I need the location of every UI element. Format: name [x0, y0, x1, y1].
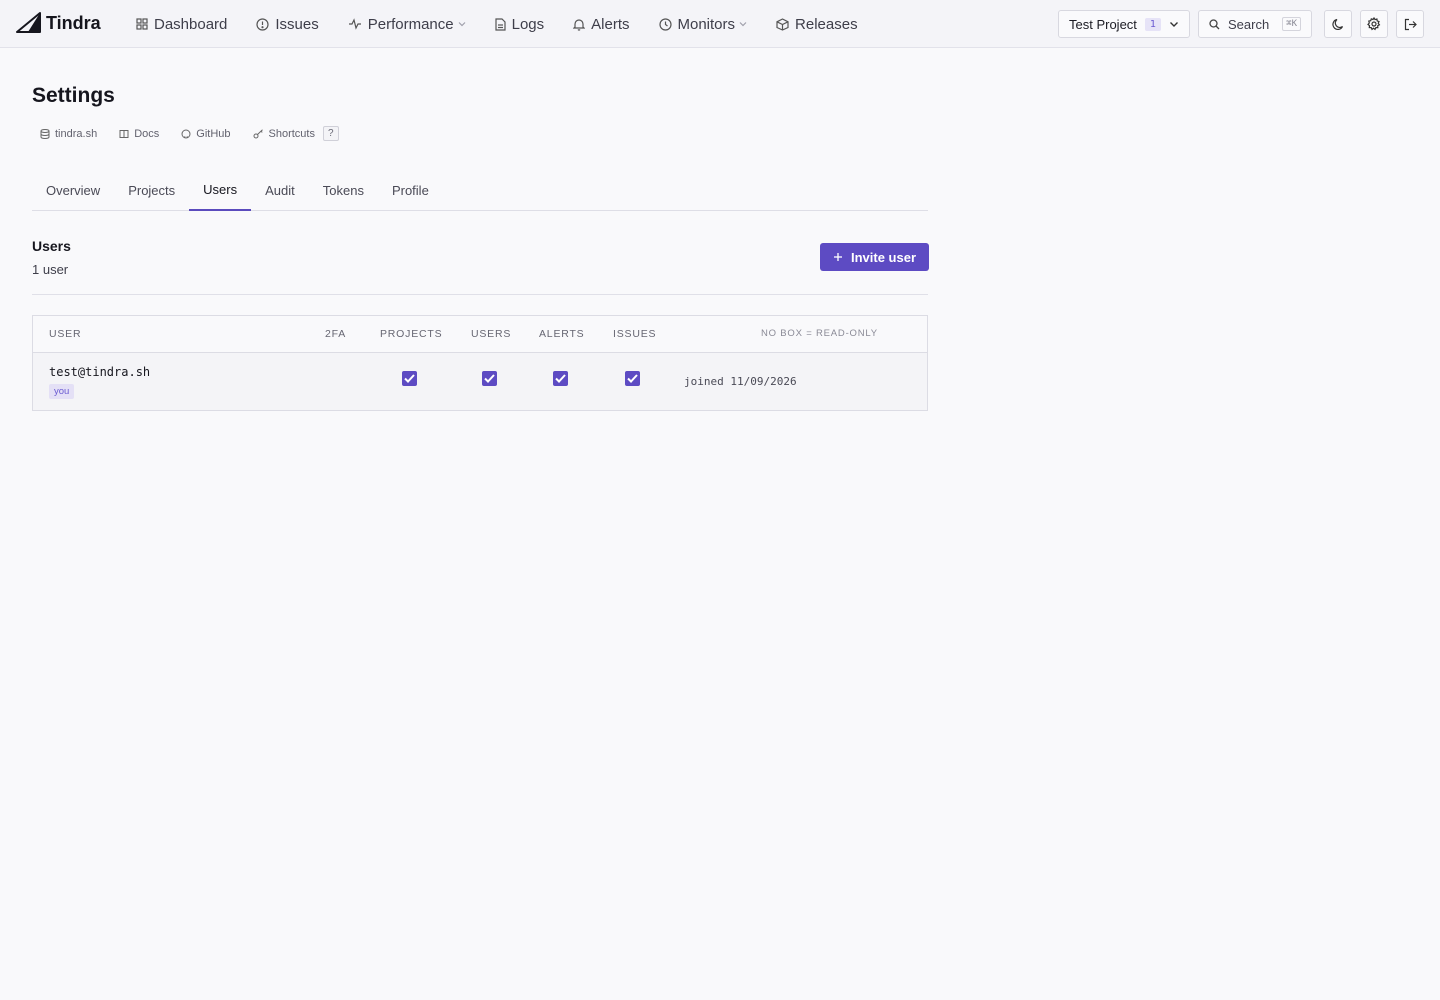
invite-button-label: Invite user — [850, 249, 917, 265]
main-nav: Dashboard Issues Performance Logs Alerts… — [136, 0, 887, 48]
chevron-down-icon — [1170, 21, 1178, 27]
plus-icon — [833, 253, 842, 261]
alert-circle-icon — [256, 17, 269, 31]
column-header-issues[interactable]: ISSUES — [613, 328, 656, 340]
search-icon — [1209, 18, 1220, 29]
users-table: USER 2FA PROJECTS USERS ALERTS ISSUES NO… — [32, 315, 928, 411]
top-navigation-bar: Tindra Dashboard Issues Performance Logs… — [0, 0, 1440, 48]
table-row: test@tindra.sh you joined 11/09/2026 — [33, 353, 927, 410]
shortcut-kbd: ? — [322, 126, 339, 141]
quicklink-label: tindra.sh — [55, 127, 98, 140]
check-icon — [484, 374, 495, 383]
activity-icon — [348, 18, 361, 30]
column-header-users[interactable]: USERS — [471, 328, 511, 340]
invite-user-button[interactable]: Invite user — [820, 243, 929, 271]
nav-label: Performance — [367, 15, 454, 33]
nav-item-dashboard[interactable]: Dashboard — [136, 0, 227, 48]
quicklink-github[interactable]: GitHub — [181, 127, 231, 140]
settings-button[interactable] — [1360, 10, 1388, 38]
column-header-alerts[interactable]: ALERTS — [539, 328, 584, 340]
grid-icon — [136, 18, 148, 30]
check-icon — [627, 374, 638, 383]
settings-tabs: Overview Projects Users Audit Tokens Pro… — [32, 170, 928, 211]
alerts-permission-checkbox[interactable] — [553, 371, 568, 386]
column-header-projects[interactable]: PROJECTS — [380, 328, 442, 340]
gear-icon — [1367, 17, 1381, 31]
page-title: Settings — [32, 84, 115, 107]
app-logo[interactable]: Tindra — [16, 12, 101, 34]
section-title: Users — [32, 238, 71, 254]
chevron-down-icon — [458, 22, 466, 27]
search-label: Search — [1228, 16, 1270, 32]
bell-icon — [573, 18, 586, 31]
search-shortcut: ⌘K — [1282, 17, 1301, 31]
nav-label: Monitors — [677, 15, 736, 33]
tindra-logo-icon — [16, 12, 41, 33]
nav-label: Dashboard — [154, 15, 228, 33]
nav-item-alerts[interactable]: Alerts — [573, 0, 630, 48]
tab-users[interactable]: Users — [189, 170, 252, 211]
moon-icon — [1331, 18, 1343, 30]
nav-item-performance[interactable]: Performance — [348, 0, 466, 48]
toolbar-right: Test Project 1 Search ⌘K — [1058, 10, 1424, 38]
logout-button[interactable] — [1396, 10, 1424, 38]
github-icon — [181, 129, 191, 138]
projects-permission-checkbox[interactable] — [402, 371, 417, 386]
theme-toggle-button[interactable] — [1324, 10, 1352, 38]
tab-projects[interactable]: Projects — [114, 170, 189, 210]
check-icon — [404, 374, 415, 383]
tab-profile[interactable]: Profile — [378, 170, 443, 210]
clock-icon — [658, 17, 672, 31]
nav-item-issues[interactable]: Issues — [256, 0, 319, 48]
quick-links: tindra.sh Docs GitHub Shortcuts ? — [40, 126, 339, 141]
project-name: Test Project — [1069, 16, 1137, 32]
nav-label: Alerts — [591, 15, 630, 33]
table-header: USER 2FA PROJECTS USERS ALERTS ISSUES NO… — [33, 316, 927, 353]
quicklink-label: Docs — [134, 127, 160, 140]
nav-label: Issues — [275, 15, 319, 33]
quicklink-docs[interactable]: Docs — [119, 128, 159, 140]
user-email: test@tindra.sh — [49, 365, 151, 379]
database-icon — [40, 128, 50, 139]
quicklink-tindra-sh[interactable]: tindra.sh — [40, 128, 97, 140]
nav-label: Releases — [795, 15, 858, 33]
column-header-2fa[interactable]: 2FA — [325, 328, 346, 340]
check-icon — [555, 374, 566, 383]
project-selector[interactable]: Test Project 1 — [1058, 10, 1190, 38]
you-badge: you — [49, 384, 75, 399]
user-count: 1 user — [32, 262, 69, 277]
tab-tokens[interactable]: Tokens — [309, 170, 378, 210]
quicklink-label: Shortcuts — [268, 127, 315, 140]
nav-item-logs[interactable]: Logs — [495, 0, 545, 48]
app-name: Tindra — [46, 12, 101, 33]
search-button[interactable]: Search ⌘K — [1198, 10, 1312, 38]
tab-audit[interactable]: Audit — [251, 170, 309, 210]
package-icon — [776, 17, 789, 31]
read-only-note: NO BOX = READ-ONLY — [761, 328, 878, 339]
quicklink-shortcuts[interactable]: Shortcuts ? — [253, 126, 339, 141]
section-divider — [32, 294, 928, 295]
column-header-user[interactable]: USER — [49, 328, 81, 340]
chevron-down-icon — [739, 22, 747, 27]
project-count-badge: 1 — [1144, 17, 1161, 31]
quicklink-label: GitHub — [196, 127, 231, 140]
tab-overview[interactable]: Overview — [32, 170, 114, 210]
nav-label: Logs — [511, 15, 545, 33]
file-text-icon — [495, 17, 506, 31]
logout-icon — [1404, 18, 1417, 30]
users-permission-checkbox[interactable] — [482, 371, 497, 386]
joined-date: joined 11/09/2026 — [684, 375, 797, 388]
key-icon — [253, 128, 263, 138]
nav-item-monitors[interactable]: Monitors — [658, 0, 748, 48]
nav-item-releases[interactable]: Releases — [776, 0, 858, 48]
book-icon — [119, 129, 129, 138]
issues-permission-checkbox[interactable] — [625, 371, 640, 386]
